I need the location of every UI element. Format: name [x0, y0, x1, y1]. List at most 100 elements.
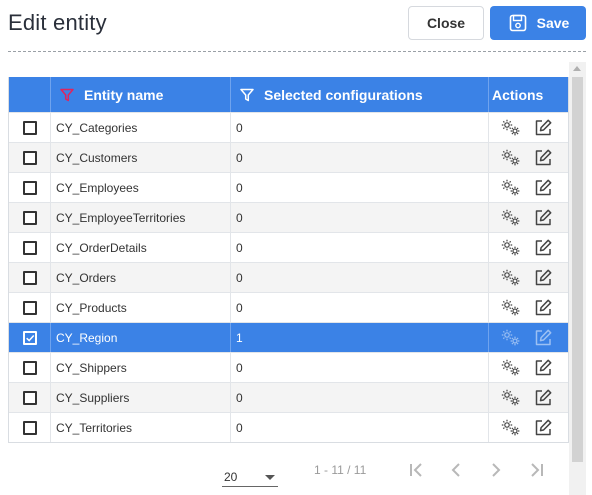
- row-checkbox[interactable]: [22, 420, 37, 435]
- grid-body: CY_Categories 0 CY_Customers 0 CY_Employees 0…: [9, 112, 568, 442]
- filter-active-icon[interactable]: [56, 85, 78, 105]
- configurations-cell: 0: [231, 173, 489, 202]
- configurations-cell: 0: [231, 263, 489, 292]
- row-checkbox[interactable]: [22, 240, 37, 255]
- floppy-disk-icon: [507, 13, 529, 33]
- actions-cell: [489, 263, 568, 292]
- column-header-actions: Actions: [489, 77, 568, 112]
- entity-name-cell: CY_Categories: [51, 113, 231, 142]
- next-page-icon[interactable]: [486, 460, 506, 480]
- row-checkbox[interactable]: [22, 270, 37, 285]
- configurations-cell: 0: [231, 203, 489, 232]
- row-select-cell: [9, 113, 51, 142]
- configurations-cell: 0: [231, 143, 489, 172]
- edit-icon[interactable]: [532, 358, 554, 378]
- table-row[interactable]: CY_Customers 0: [9, 142, 568, 172]
- configurations-cell: 0: [231, 353, 489, 382]
- configurations-cell: 0: [231, 233, 489, 262]
- row-checkbox[interactable]: [22, 150, 37, 165]
- row-checkbox[interactable]: [22, 360, 37, 375]
- row-select-cell: [9, 263, 51, 292]
- save-button-label: Save: [536, 15, 570, 31]
- edit-icon[interactable]: [532, 118, 554, 138]
- gears-icon[interactable]: [500, 388, 522, 408]
- table-row[interactable]: CY_Region 1: [9, 322, 568, 352]
- table-row[interactable]: CY_Categories 0: [9, 112, 568, 142]
- actions-cell: [489, 233, 568, 262]
- entity-name-cell: CY_Employees: [51, 173, 231, 202]
- edit-icon[interactable]: [532, 238, 554, 258]
- column-header-entity-name-label: Entity name: [84, 86, 164, 103]
- edit-icon[interactable]: [532, 268, 554, 288]
- row-select-cell: [9, 353, 51, 382]
- gears-icon[interactable]: [500, 358, 522, 378]
- row-checkbox[interactable]: [22, 390, 37, 405]
- edit-icon[interactable]: [532, 148, 554, 168]
- column-header-selected-configurations[interactable]: Selected configurations: [231, 77, 489, 112]
- header-divider: [8, 51, 586, 52]
- previous-page-icon[interactable]: [446, 460, 466, 480]
- row-checkbox[interactable]: [22, 330, 37, 345]
- edit-icon[interactable]: [532, 208, 554, 228]
- table-row[interactable]: CY_Suppliers 0: [9, 382, 568, 412]
- close-button[interactable]: Close: [408, 6, 484, 40]
- actions-cell: [489, 353, 568, 382]
- configurations-cell: 1: [231, 323, 489, 352]
- edit-icon[interactable]: [532, 328, 554, 348]
- actions-cell: [489, 293, 568, 322]
- last-page-icon[interactable]: [526, 460, 546, 480]
- close-button-label: Close: [426, 15, 466, 31]
- edit-icon[interactable]: [532, 178, 554, 198]
- page-size-select[interactable]: 20: [222, 469, 278, 487]
- actions-cell: [489, 383, 568, 412]
- entity-name-cell: CY_Orders: [51, 263, 231, 292]
- entity-name-cell: CY_OrderDetails: [51, 233, 231, 262]
- row-select-cell: [9, 293, 51, 322]
- first-page-icon[interactable]: [407, 460, 427, 480]
- entity-name-cell: CY_Shippers: [51, 353, 231, 382]
- gears-icon[interactable]: [500, 118, 522, 138]
- table-row[interactable]: CY_Territories 0: [9, 412, 568, 442]
- row-select-cell: [9, 143, 51, 172]
- configurations-cell: 0: [231, 293, 489, 322]
- scrollbar-thumb[interactable]: [572, 77, 583, 462]
- column-header-entity-name[interactable]: Entity name: [51, 77, 231, 112]
- gears-icon[interactable]: [500, 148, 522, 168]
- row-checkbox[interactable]: [22, 180, 37, 195]
- actions-cell: [489, 203, 568, 232]
- edit-icon[interactable]: [532, 418, 554, 438]
- row-select-cell: [9, 383, 51, 412]
- scroll-up-arrow-icon[interactable]: [573, 66, 581, 71]
- save-button[interactable]: Save: [490, 6, 586, 40]
- table-row[interactable]: CY_OrderDetails 0: [9, 232, 568, 262]
- row-select-cell: [9, 203, 51, 232]
- configurations-cell: 0: [231, 383, 489, 412]
- table-row[interactable]: CY_Shippers 0: [9, 352, 568, 382]
- row-select-cell: [9, 413, 51, 442]
- gears-icon[interactable]: [500, 208, 522, 228]
- filter-icon[interactable]: [236, 85, 258, 105]
- chevron-down-icon: [265, 475, 275, 480]
- row-select-cell: [9, 323, 51, 352]
- row-checkbox[interactable]: [22, 120, 37, 135]
- gears-icon[interactable]: [500, 178, 522, 198]
- row-checkbox[interactable]: [22, 210, 37, 225]
- table-row[interactable]: CY_Orders 0: [9, 262, 568, 292]
- pager-range: 1 - 11 / 11: [314, 463, 367, 477]
- gears-icon[interactable]: [500, 418, 522, 438]
- gears-icon[interactable]: [500, 268, 522, 288]
- row-checkbox[interactable]: [22, 300, 37, 315]
- grid-header-row: Entity name Selected configurations Acti…: [9, 77, 568, 112]
- table-row[interactable]: CY_Products 0: [9, 292, 568, 322]
- edit-icon[interactable]: [532, 298, 554, 318]
- column-header-actions-label: Actions: [492, 86, 544, 103]
- entity-grid: Entity name Selected configurations Acti…: [8, 77, 569, 443]
- gears-icon[interactable]: [500, 238, 522, 258]
- edit-icon[interactable]: [532, 388, 554, 408]
- entity-name-cell: CY_EmployeeTerritories: [51, 203, 231, 232]
- gears-icon[interactable]: [500, 298, 522, 318]
- gears-icon[interactable]: [500, 328, 522, 348]
- actions-cell: [489, 173, 568, 202]
- table-row[interactable]: CY_Employees 0: [9, 172, 568, 202]
- table-row[interactable]: CY_EmployeeTerritories 0: [9, 202, 568, 232]
